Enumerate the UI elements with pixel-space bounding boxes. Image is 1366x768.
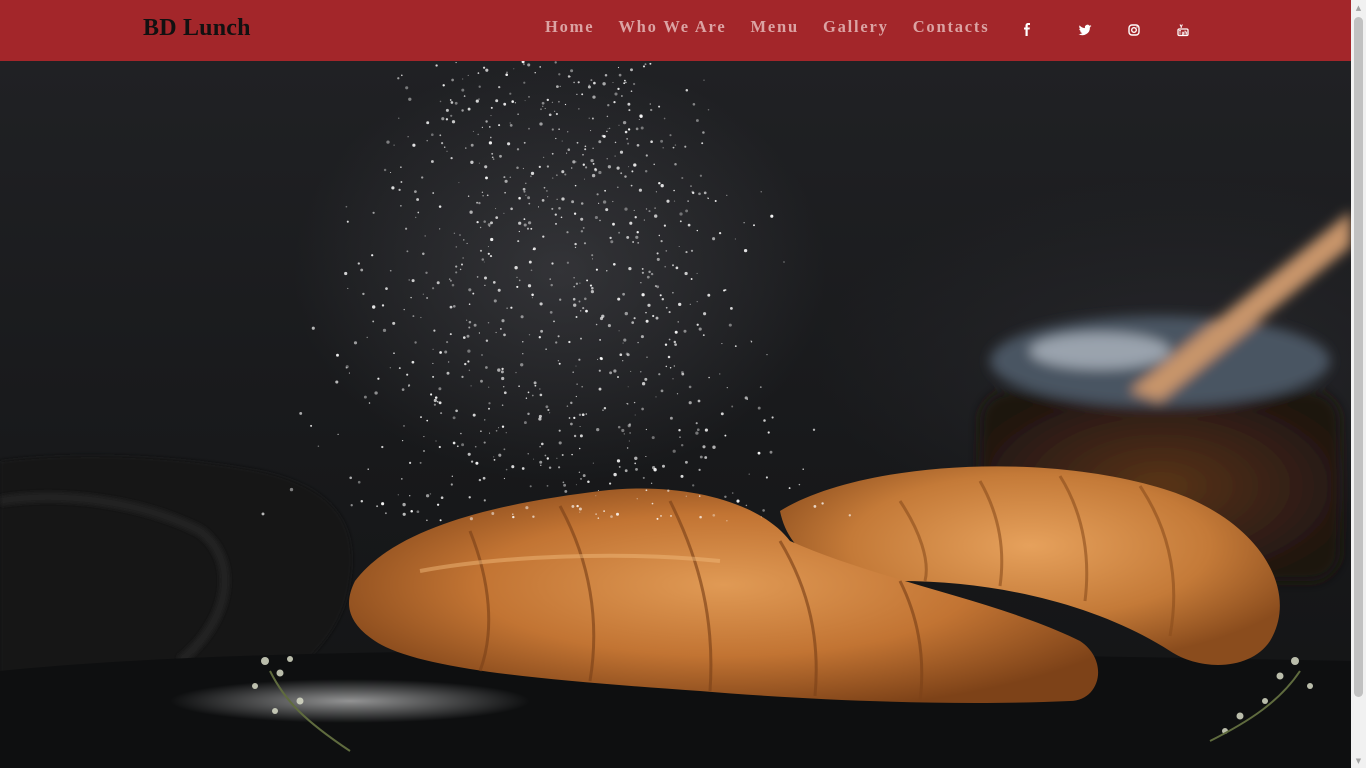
- nav-gallery[interactable]: Gallery: [823, 17, 889, 37]
- scroll-thumb[interactable]: [1354, 17, 1363, 697]
- nav-who-we-are[interactable]: Who We Are: [618, 17, 726, 37]
- nav-menu[interactable]: Menu: [751, 17, 799, 37]
- top-navbar: BD Lunch Home Who We Are Menu Gallery Co…: [0, 0, 1351, 61]
- scroll-down-arrow[interactable]: ▼: [1351, 753, 1366, 768]
- main-nav: Home Who We Are Menu Gallery Contacts: [545, 17, 1013, 37]
- hero-banner: [0, 61, 1351, 768]
- page-scrollbar[interactable]: ▲ ▼: [1351, 0, 1366, 768]
- nav-home[interactable]: Home: [545, 17, 594, 37]
- facebook-icon[interactable]: [1019, 22, 1035, 38]
- instagram-icon[interactable]: [1126, 22, 1142, 38]
- youtube-icon[interactable]: [1175, 22, 1191, 38]
- hero-image: [0, 61, 1351, 768]
- sugar-particles: [261, 61, 851, 522]
- nav-contacts[interactable]: Contacts: [913, 17, 990, 37]
- twitter-icon[interactable]: [1077, 22, 1093, 38]
- scroll-up-arrow[interactable]: ▲: [1351, 0, 1366, 15]
- brand-logo[interactable]: BD Lunch: [143, 15, 251, 42]
